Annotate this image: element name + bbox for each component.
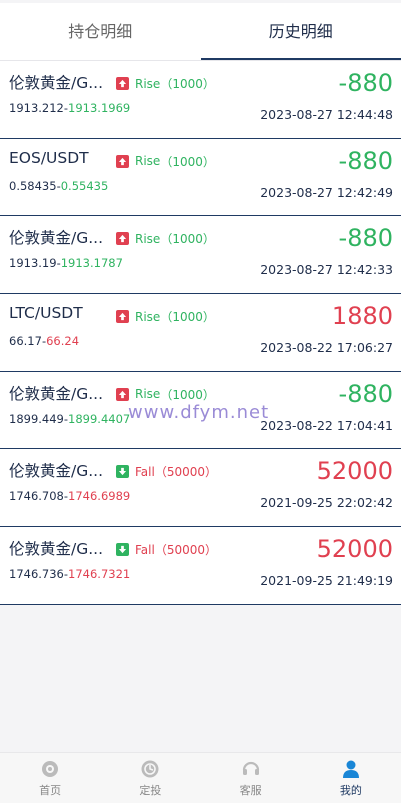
quantity-label: （50000） — [154, 543, 218, 558]
direction-badge: Rise （1000） — [116, 308, 215, 325]
history-row[interactable]: 伦敦黄金/G... Rise （1000） 1913.19-1913.1787 -… — [0, 216, 401, 295]
close-price: 1913.1787 — [60, 256, 123, 271]
open-price: 1913.19 — [9, 256, 57, 271]
symbol-name: EOS/USDT — [9, 148, 89, 167]
direction-badge: Fall （50000） — [116, 463, 217, 480]
direction-badge: Rise （1000） — [116, 75, 215, 92]
history-list: 伦敦黄金/G... Rise （1000） 1913.212-1913.1969 … — [0, 61, 401, 605]
price-range: 1899.449-1899.4407 — [9, 411, 131, 426]
invest-icon — [141, 760, 159, 777]
trade-time: 2023-08-27 12:44:48 — [260, 107, 393, 122]
quantity-label: （1000） — [160, 154, 215, 169]
direction-label: Rise — [135, 387, 161, 402]
price-range: 0.58435-0.55435 — [9, 178, 109, 193]
close-price: 1899.4407 — [68, 411, 131, 426]
profit-amount: 52000 — [316, 457, 393, 486]
profit-amount: 52000 — [316, 535, 393, 564]
symbol-name: 伦敦黄金/G... — [9, 74, 104, 92]
close-price: 1746.7321 — [68, 567, 131, 582]
history-row[interactable]: LTC/USDT Rise （1000） 66.17-66.24 1880 202… — [0, 294, 401, 372]
close-price: 1746.6989 — [68, 489, 131, 504]
arrow-down-icon — [116, 543, 129, 557]
profit-amount: -880 — [338, 224, 393, 253]
open-price: 1899.449 — [9, 411, 64, 426]
trade-time: 2023-08-22 17:06:27 — [260, 340, 393, 356]
nav-mine-label: 我的 — [339, 783, 362, 797]
tab-history[interactable]: 历史明细 — [200, 3, 401, 60]
history-row[interactable]: EOS/USDT Rise （1000） 0.58435-0.55435 -880… — [0, 138, 401, 217]
arrow-up-icon — [116, 77, 129, 90]
open-price: 0.58435 — [9, 178, 57, 193]
nav-invest[interactable]: 定投 — [100, 753, 200, 803]
symbol-name: 伦敦黄金/G... — [9, 384, 104, 403]
tab-positions[interactable]: 持仓明细 — [0, 3, 201, 60]
profit-amount: -880 — [338, 379, 393, 408]
profit-amount: -880 — [338, 69, 393, 97]
home-icon — [42, 760, 59, 777]
nav-home-label: 首页 — [39, 783, 62, 797]
arrow-up-icon — [116, 310, 129, 324]
direction-label: Rise — [135, 76, 161, 91]
direction-badge: Rise （1000） — [116, 153, 215, 170]
profit-amount: 1880 — [331, 302, 393, 331]
symbol-name: 伦敦黄金/G... — [9, 229, 104, 248]
open-price: 1913.212 — [9, 101, 64, 115]
arrow-up-icon — [116, 232, 129, 246]
tab-bar: 持仓明细 历史明细 — [0, 3, 401, 61]
quantity-label: （50000） — [154, 465, 218, 480]
bottom-nav: 首页 定投 客服 我的 — [0, 752, 401, 803]
close-price: 66.24 — [46, 334, 80, 349]
price-range: 1913.19-1913.1787 — [9, 256, 123, 271]
trade-time: 2023-08-27 12:42:49 — [260, 184, 393, 200]
open-price: 1746.736 — [9, 567, 64, 582]
nav-home[interactable]: 首页 — [0, 753, 100, 803]
price-range: 1746.736-1746.7321 — [9, 567, 131, 582]
quantity-label: （1000） — [160, 77, 215, 91]
trade-time: 2023-08-22 17:04:41 — [260, 417, 393, 433]
direction-badge: Rise （1000） — [116, 386, 215, 403]
history-row[interactable]: 伦敦黄金/G... Rise （1000） 1913.212-1913.1969 … — [0, 61, 401, 139]
symbol-name: 伦敦黄金/G... — [9, 462, 104, 481]
headset-icon — [242, 761, 259, 775]
arrow-up-icon — [116, 387, 129, 401]
profit-amount: -880 — [338, 146, 393, 175]
nav-service-label: 客服 — [239, 783, 262, 797]
arrow-down-icon — [116, 465, 129, 479]
direction-badge: Fall （50000） — [116, 541, 217, 558]
open-price: 66.17 — [9, 334, 42, 349]
direction-label: Rise — [135, 231, 161, 246]
symbol-name: LTC/USDT — [9, 304, 83, 323]
direction-badge: Rise （1000） — [116, 230, 215, 247]
price-range: 1746.708-1746.6989 — [9, 489, 131, 504]
nav-mine[interactable]: 我的 — [301, 753, 401, 803]
history-row[interactable]: 伦敦黄金/G... Fall （50000） 1746.708-1746.6989… — [0, 449, 401, 528]
user-icon — [342, 760, 359, 778]
nav-invest-label: 定投 — [139, 783, 162, 797]
direction-label: Fall — [135, 542, 155, 557]
watermark: www.dfym.net — [128, 402, 270, 423]
direction-label: Rise — [135, 309, 161, 324]
quantity-label: （1000） — [160, 310, 215, 325]
direction-label: Rise — [135, 154, 161, 169]
arrow-up-icon — [116, 154, 129, 168]
trade-time: 2021-09-25 21:49:19 — [260, 573, 393, 589]
price-range: 66.17-66.24 — [9, 334, 80, 349]
trade-time: 2021-09-25 22:02:42 — [260, 495, 393, 511]
history-row[interactable]: 伦敦黄金/G... Fall （50000） 1746.736-1746.7321… — [0, 527, 401, 605]
nav-service[interactable]: 客服 — [201, 753, 301, 803]
quantity-label: （1000） — [160, 387, 215, 402]
close-price: 1913.1969 — [68, 101, 131, 115]
price-range: 1913.212-1913.1969 — [9, 101, 131, 115]
direction-label: Fall — [135, 464, 155, 479]
symbol-name: 伦敦黄金/G... — [9, 540, 104, 559]
trade-time: 2023-08-27 12:42:33 — [260, 262, 393, 278]
close-price: 0.55435 — [60, 178, 109, 193]
quantity-label: （1000） — [160, 232, 215, 247]
open-price: 1746.708 — [9, 489, 64, 504]
